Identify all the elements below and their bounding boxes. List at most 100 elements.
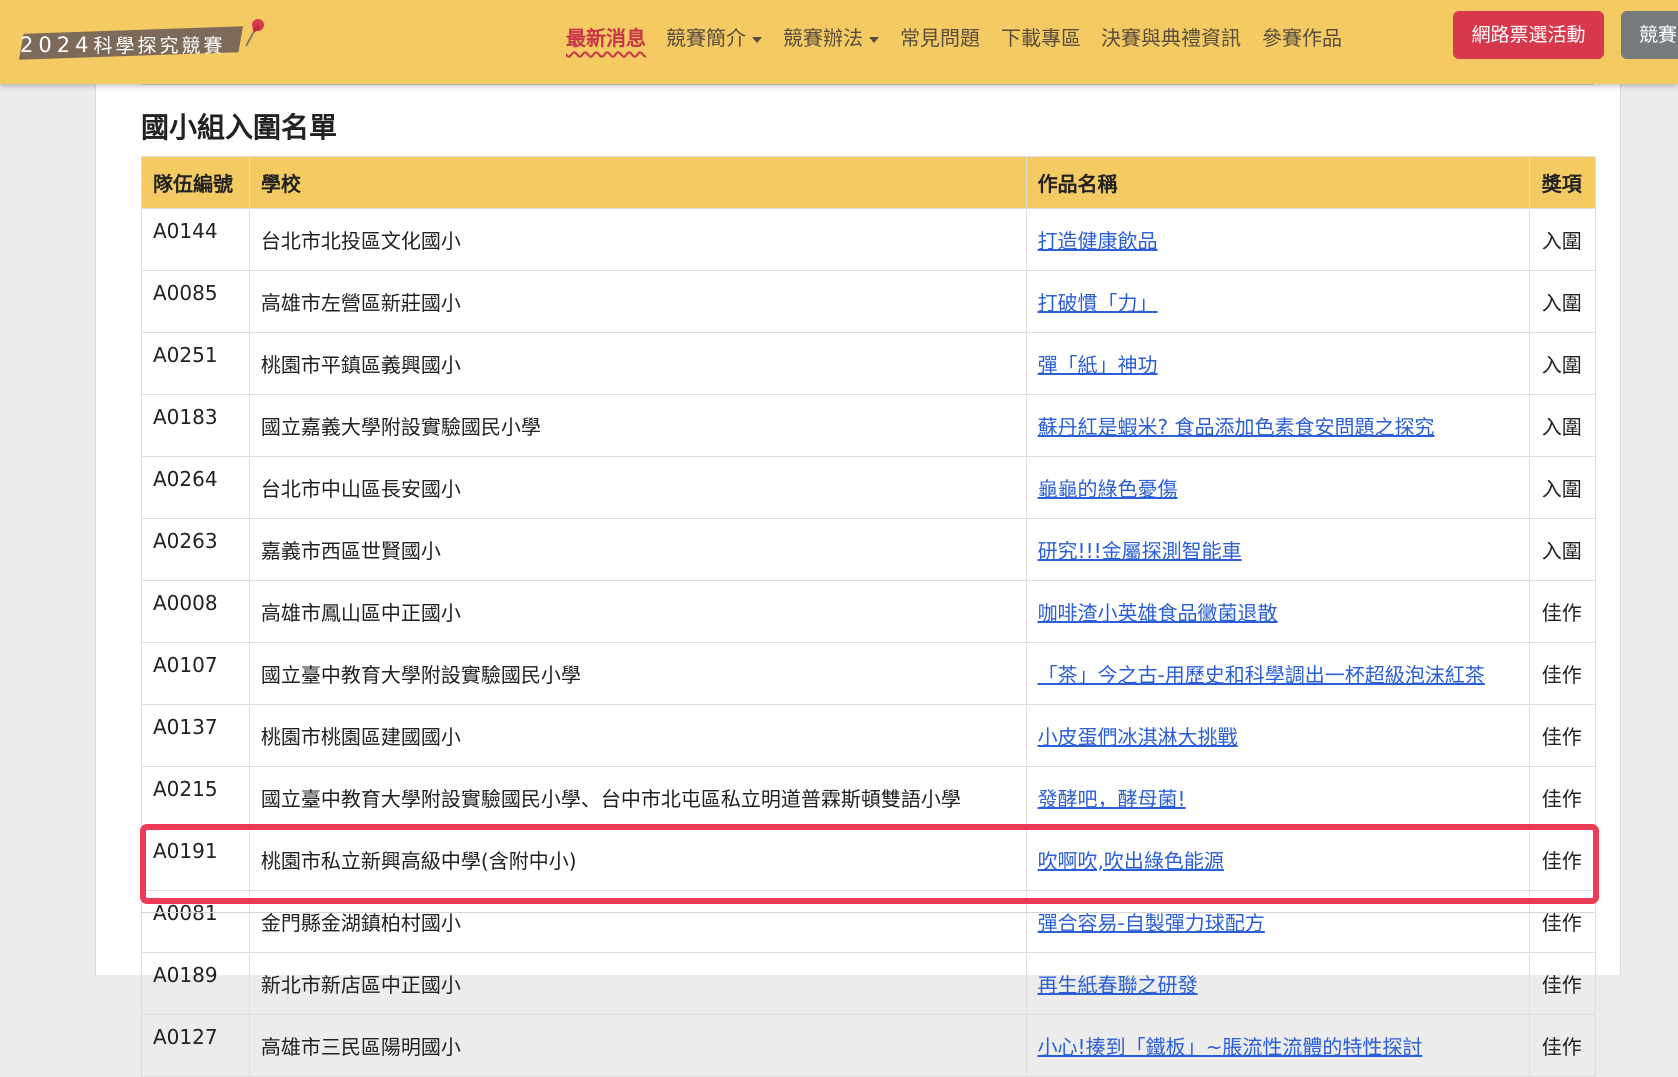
work-title-link[interactable]: 發酵吧，酵母菌! bbox=[1038, 787, 1186, 811]
cell-work-title: 咖啡渣小英雄食品黴菌退散 bbox=[1025, 580, 1530, 643]
brand-text: 2024科學探究競賽 bbox=[20, 32, 245, 58]
finalists-table: 隊伍編號 學校 作品名稱 獎項 A0144 台北市北投區文化國小 打造健康飲品 … bbox=[141, 156, 1597, 1077]
cell-team-id: A0107 bbox=[141, 642, 250, 705]
competition-button[interactable]: 競賽 bbox=[1621, 11, 1678, 59]
cell-team-id: A0081 bbox=[141, 890, 250, 953]
table-row: A0107 國立臺中教育大學附設實驗國民小學 「茶」今之古-用歷史和科學調出一杯… bbox=[141, 642, 1597, 705]
work-title-link[interactable]: 「茶」今之古-用歷史和科學調出一杯超級泡沫紅茶 bbox=[1038, 663, 1485, 687]
cell-school: 高雄市三民區陽明國小 bbox=[248, 1014, 1027, 1077]
cell-team-id: A0144 bbox=[141, 208, 250, 271]
cell-award: 入圍 bbox=[1528, 332, 1597, 395]
brand-name: 科學探究競賽 bbox=[93, 35, 226, 57]
work-title-link[interactable]: 再生紙春聯之研發 bbox=[1038, 973, 1198, 997]
cell-school: 嘉義市西區世賢國小 bbox=[248, 518, 1027, 581]
nav-entries-label: 參賽作品 bbox=[1262, 26, 1342, 50]
cell-award: 佳作 bbox=[1528, 580, 1597, 643]
chevron-down-icon bbox=[752, 36, 762, 43]
chevron-down-icon bbox=[869, 36, 879, 43]
cell-award: 佳作 bbox=[1528, 642, 1597, 705]
table-row: A0144 台北市北投區文化國小 打造健康飲品 入圍 bbox=[141, 208, 1597, 271]
brand-logo[interactable]: 2024科學探究競賽 bbox=[18, 16, 264, 64]
cell-award: 佳作 bbox=[1528, 952, 1597, 1015]
cell-team-id: A0183 bbox=[141, 394, 250, 457]
table-row: A0189 新北市新店區中正國小 再生紙春聯之研發 佳作 bbox=[141, 952, 1597, 1015]
cell-team-id: A0263 bbox=[141, 518, 250, 581]
table-row: A0183 國立嘉義大學附設實驗國民小學 蘇丹紅是蝦米? 食品添加色素食安問題之… bbox=[141, 394, 1597, 457]
work-title-link[interactable]: 吹啊吹,吹出綠色能源 bbox=[1038, 849, 1224, 873]
nav-faq-label: 常見問題 bbox=[900, 26, 980, 50]
nav-downloads[interactable]: 下載專區 bbox=[1001, 22, 1081, 54]
bottom-divider bbox=[141, 912, 1594, 913]
cell-school: 國立臺中教育大學附設實驗國民小學、台中市北屯區私立明道普霖斯頓雙語小學 bbox=[248, 766, 1027, 829]
nav-downloads-label: 下載專區 bbox=[1001, 26, 1081, 50]
cell-school: 高雄市鳳山區中正國小 bbox=[248, 580, 1027, 643]
nav-entries[interactable]: 參賽作品 bbox=[1262, 22, 1342, 54]
table-row: A0127 高雄市三民區陽明國小 小心!揍到「鐵板」~脹流性流體的特性探討 佳作 bbox=[141, 1014, 1597, 1077]
cell-work-title: 彈「紙」神功 bbox=[1025, 332, 1530, 395]
work-title-link[interactable]: 打造健康飲品 bbox=[1038, 229, 1158, 253]
work-title-link[interactable]: 咖啡渣小英雄食品黴菌退散 bbox=[1038, 601, 1278, 625]
table-row: A0081 金門縣金湖鎮柏村國小 彈合容易-自製彈力球配方 佳作 bbox=[141, 890, 1597, 953]
header-award: 獎項 bbox=[1528, 156, 1597, 209]
cell-award: 佳作 bbox=[1528, 704, 1597, 767]
cell-team-id: A0215 bbox=[141, 766, 250, 829]
nav-finals-ceremony-label: 決賽與典禮資訊 bbox=[1101, 26, 1241, 50]
pushpin-icon bbox=[245, 19, 264, 47]
cell-award: 佳作 bbox=[1528, 766, 1597, 829]
work-title-link[interactable]: 研究!!!金屬探測智能車 bbox=[1038, 539, 1242, 563]
table-row: A0263 嘉義市西區世賢國小 研究!!!金屬探測智能車 入圍 bbox=[141, 518, 1597, 581]
nav-competition-intro[interactable]: 競賽簡介 bbox=[666, 22, 762, 54]
cell-school: 金門縣金湖鎮柏村國小 bbox=[248, 890, 1027, 953]
brand-year: 2024 bbox=[20, 33, 94, 57]
cell-work-title: 龜龜的綠色憂傷 bbox=[1025, 456, 1530, 519]
work-title-link[interactable]: 打破慣「力」 bbox=[1038, 291, 1158, 315]
cell-school: 國立臺中教育大學附設實驗國民小學 bbox=[248, 642, 1027, 705]
nav-finals-ceremony[interactable]: 決賽與典禮資訊 bbox=[1101, 22, 1241, 54]
cell-team-id: A0137 bbox=[141, 704, 250, 767]
cell-work-title: 再生紙春聯之研發 bbox=[1025, 952, 1530, 1015]
cell-work-title: 打造健康飲品 bbox=[1025, 208, 1530, 271]
cell-team-id: A0008 bbox=[141, 580, 250, 643]
header-team-id: 隊伍編號 bbox=[141, 156, 250, 209]
cell-award: 佳作 bbox=[1528, 1014, 1597, 1077]
cell-award: 入圍 bbox=[1528, 208, 1597, 271]
work-title-link[interactable]: 龜龜的綠色憂傷 bbox=[1038, 477, 1178, 501]
work-title-link[interactable]: 蘇丹紅是蝦米? 食品添加色素食安問題之探究 bbox=[1038, 415, 1435, 439]
nav-faq[interactable]: 常見問題 bbox=[900, 22, 980, 54]
table-header-row: 隊伍編號 學校 作品名稱 獎項 bbox=[141, 156, 1597, 209]
cell-award: 入圍 bbox=[1528, 270, 1597, 333]
header-school: 學校 bbox=[248, 156, 1027, 209]
cell-school: 台北市中山區長安國小 bbox=[248, 456, 1027, 519]
cell-school: 新北市新店區中正國小 bbox=[248, 952, 1027, 1015]
table-row: A0085 高雄市左營區新莊國小 打破慣「力」 入圍 bbox=[141, 270, 1597, 333]
work-title-link[interactable]: 彈合容易-自製彈力球配方 bbox=[1038, 911, 1265, 935]
cell-work-title: 發酵吧，酵母菌! bbox=[1025, 766, 1530, 829]
cell-team-id: A0189 bbox=[141, 952, 250, 1015]
cell-work-title: 打破慣「力」 bbox=[1025, 270, 1530, 333]
work-title-link[interactable]: 小皮蛋們冰淇淋大挑戰 bbox=[1038, 725, 1238, 749]
cell-school: 桃園市平鎮區義興國小 bbox=[248, 332, 1027, 395]
cell-school: 桃園市桃園區建國國小 bbox=[248, 704, 1027, 767]
cell-work-title: 吹啊吹,吹出綠色能源 bbox=[1025, 828, 1530, 891]
table-row: A0251 桃園市平鎮區義興國小 彈「紙」神功 入圍 bbox=[141, 332, 1597, 395]
top-divider bbox=[141, 84, 1594, 85]
table-row: A0008 高雄市鳳山區中正國小 咖啡渣小英雄食品黴菌退散 佳作 bbox=[141, 580, 1597, 643]
nav-latest-news-label: 最新消息 bbox=[566, 26, 646, 50]
work-title-link[interactable]: 彈「紙」神功 bbox=[1038, 353, 1158, 377]
table-row: A0191 桃園市私立新興高級中學(含附中小) 吹啊吹,吹出綠色能源 佳作 bbox=[141, 828, 1597, 891]
nav-latest-news[interactable]: 最新消息 bbox=[566, 22, 646, 54]
work-title-link[interactable]: 小心!揍到「鐵板」~脹流性流體的特性探討 bbox=[1038, 1035, 1423, 1059]
cell-award: 入圍 bbox=[1528, 456, 1597, 519]
table-row: A0264 台北市中山區長安國小 龜龜的綠色憂傷 入圍 bbox=[141, 456, 1597, 519]
cell-work-title: 「茶」今之古-用歷史和科學調出一杯超級泡沫紅茶 bbox=[1025, 642, 1530, 705]
cell-award: 入圍 bbox=[1528, 394, 1597, 457]
cell-team-id: A0251 bbox=[141, 332, 250, 395]
cell-award: 佳作 bbox=[1528, 828, 1597, 891]
cell-team-id: A0085 bbox=[141, 270, 250, 333]
cell-award: 佳作 bbox=[1528, 890, 1597, 953]
cell-school: 國立嘉義大學附設實驗國民小學 bbox=[248, 394, 1027, 457]
cell-award: 入圍 bbox=[1528, 518, 1597, 581]
cell-team-id: A0127 bbox=[141, 1014, 250, 1077]
nav-competition-rules[interactable]: 競賽辦法 bbox=[783, 22, 879, 54]
online-vote-button[interactable]: 網路票選活動 bbox=[1453, 11, 1604, 59]
